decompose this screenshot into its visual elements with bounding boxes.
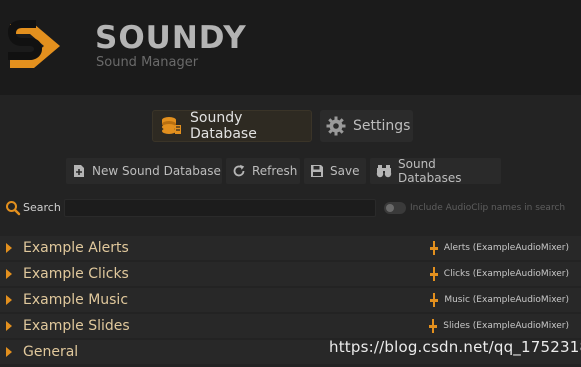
mixer-fader-icon [429,267,438,281]
new-sound-database-button[interactable]: New Sound Database [66,158,222,184]
mixer-group: Slides (ExampleAudioMixer) [429,318,569,334]
mixer-label: Slides (ExampleAudioMixer) [443,321,569,331]
mixer-fader-icon [429,319,438,333]
search-row: Search Include AudioClip names in search [0,197,581,219]
tab-soundy-database[interactable]: Soundy Database [152,110,312,142]
toolbar: New Sound Database Refresh Save Sound Da… [0,157,581,185]
search-icon [5,200,21,220]
button-label: New Sound Database [92,164,221,178]
gear-icon [326,116,346,136]
database-name: Example Music [23,292,129,308]
mixer-group: Clicks (ExampleAudioMixer) [429,266,569,282]
tab-label: Soundy Database [190,110,257,142]
database-name: Example Clicks [23,266,129,282]
database-name: General [23,344,79,360]
app-subtitle: Sound Manager [96,55,199,70]
button-label: Sound Databases [398,157,462,185]
database-name: Example Alerts [23,240,129,256]
database-icon [161,116,183,136]
refresh-icon [232,164,246,178]
include-audioclip-label: Include AudioClip names in search [410,203,566,213]
binoculars-icon [376,164,392,178]
expand-arrow-icon[interactable] [6,321,12,331]
save-button[interactable]: Save [304,158,366,184]
search-label: Search [23,201,61,214]
app-header: SOUNDY Sound Manager [0,0,581,95]
list-item[interactable]: Example Music Music (ExampleAudioMixer) [0,288,581,312]
refresh-button[interactable]: Refresh [226,158,300,184]
mixer-fader-icon [429,241,438,255]
list-item[interactable]: Example Slides Slides (ExampleAudioMixer… [0,314,581,338]
toggle-knob [386,204,394,212]
watermark: https://blog.csdn.net/qq_17523181 [329,338,581,356]
sound-databases-button[interactable]: Sound Databases [370,157,501,185]
search-input[interactable] [64,199,376,217]
mixer-label: Music (ExampleAudioMixer) [444,295,569,305]
mixer-group: Music (ExampleAudioMixer) [430,292,569,308]
expand-arrow-icon[interactable] [6,243,12,253]
mixer-label: Clicks (ExampleAudioMixer) [443,269,569,279]
mixer-label: Alerts (ExampleAudioMixer) [443,243,569,253]
include-audioclip-toggle[interactable] [384,202,406,214]
button-label: Save [330,164,360,178]
tab-label: Settings [353,118,411,134]
list-item[interactable]: Example Alerts Alerts (ExampleAudioMixer… [0,236,581,260]
database-name: Example Slides [23,318,130,334]
new-file-icon [72,164,86,178]
soundy-logo [6,14,64,78]
expand-arrow-icon[interactable] [6,347,12,357]
mixer-group: Alerts (ExampleAudioMixer) [429,240,569,256]
tab-bar: Soundy Database Settings [0,110,581,142]
app-title: SOUNDY [95,20,247,56]
expand-arrow-icon[interactable] [6,269,12,279]
floppy-disk-icon [310,164,324,178]
tab-settings[interactable]: Settings [320,110,413,142]
expand-arrow-icon[interactable] [6,295,12,305]
mixer-fader-icon [430,293,439,307]
button-label: Refresh [252,164,298,178]
list-item[interactable]: Example Clicks Clicks (ExampleAudioMixer… [0,262,581,286]
